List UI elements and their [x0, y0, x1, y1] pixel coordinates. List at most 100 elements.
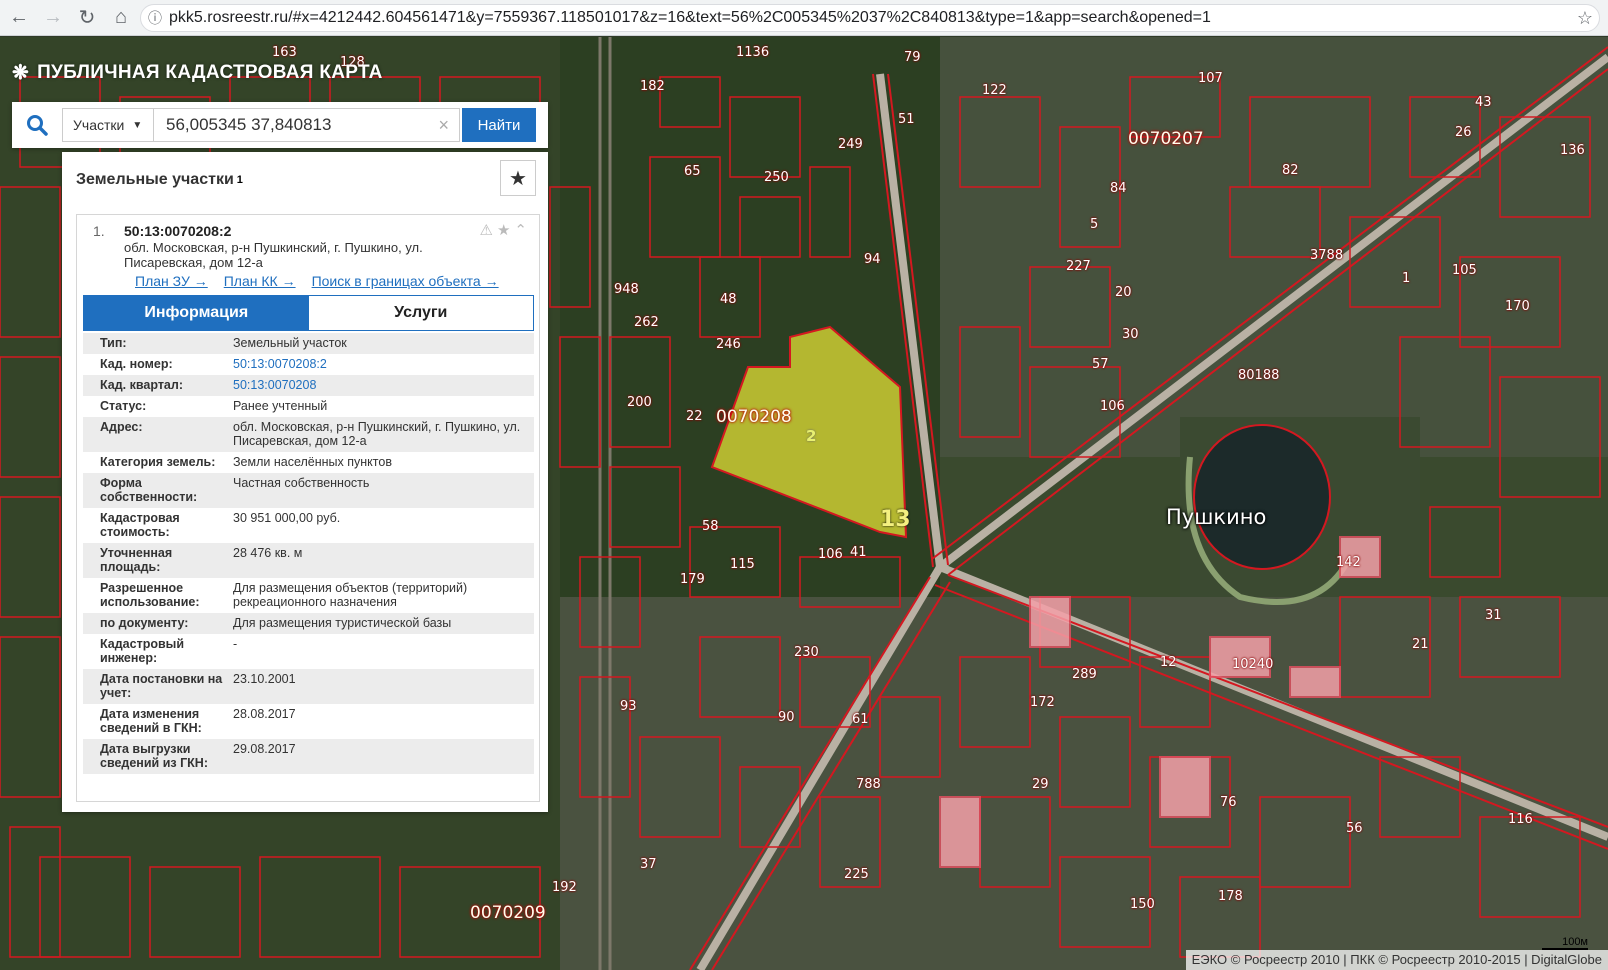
info-row-key: Кад. номер:: [100, 357, 173, 371]
house-number: 105: [1452, 263, 1477, 278]
info-icon[interactable]: ⓘ: [141, 8, 169, 28]
house-number: 94: [864, 252, 881, 267]
house-number: 948: [614, 282, 639, 297]
tab-information[interactable]: Информация: [84, 296, 309, 330]
info-row-value: Частная собственность: [233, 476, 370, 490]
plan-kk-link[interactable]: План КК →: [224, 273, 296, 289]
search-icon[interactable]: [12, 102, 62, 148]
house-number: 41: [850, 545, 867, 560]
info-table: Тип: Земельный участок Кад. номер: 50:13:00…: [83, 333, 534, 774]
house-number: 82: [1282, 163, 1299, 178]
card-tools: ⚠★⌃: [480, 221, 531, 239]
results-panel: Земельные участки 1 ★ 1. 50:13:0070208:2…: [62, 152, 548, 812]
info-row-value: обл. Московская, р-н Пушкинский, г. Пушк…: [233, 420, 521, 448]
city-label: Пушкино: [1166, 505, 1267, 529]
info-row: Дата постановки на учет: 23.10.2001: [83, 669, 534, 704]
house-number: 93: [620, 699, 637, 714]
collapse-chevron-icon[interactable]: ⌃: [514, 222, 531, 239]
info-row-key: Тип:: [100, 336, 127, 350]
house-number: 76: [1220, 795, 1237, 810]
info-row-key: Кад. квартал:: [100, 378, 183, 392]
find-button[interactable]: Найти: [462, 108, 536, 142]
app-title: ПУБЛИЧНАЯ КАДАСТРОВАЯ КАРТА: [37, 61, 383, 83]
house-number: 31: [1485, 608, 1502, 623]
house-number: 57: [1092, 357, 1109, 372]
info-row-key: Категория земель:: [100, 455, 216, 469]
info-row-value: 29.08.2017: [233, 742, 296, 756]
house-number: 84: [1110, 181, 1127, 196]
result-index: 1.: [93, 223, 105, 239]
house-number: 58: [702, 519, 719, 534]
rosreestr-logo-icon: ❋: [12, 62, 30, 84]
house-number: 51: [898, 112, 915, 127]
search-in-bounds-link[interactable]: Поиск в границах объекта →: [312, 273, 499, 289]
house-number: 230: [794, 645, 819, 660]
info-row-value: Для размещения туристической базы: [233, 616, 452, 630]
house-number: 21: [1412, 637, 1429, 652]
house-number: 115: [730, 557, 755, 572]
info-row: Тип: Земельный участок: [83, 333, 534, 354]
info-row-value: Земельный участок: [233, 336, 347, 350]
info-row: Адрес: обл. Московская, р-н Пушкинский, г…: [83, 417, 534, 452]
star-icon[interactable]: ★: [497, 222, 514, 239]
info-row-key: Статус:: [100, 399, 147, 413]
result-tabs: Информация Услуги: [83, 295, 534, 331]
info-row-key: Кадастровая стоимость:: [100, 511, 180, 539]
forward-icon[interactable]: →: [38, 3, 68, 33]
back-icon[interactable]: ←: [4, 3, 34, 33]
house-number: 227: [1066, 259, 1091, 274]
info-row-key: Дата постановки на учет:: [100, 672, 223, 700]
warning-icon[interactable]: ⚠: [480, 222, 497, 239]
info-row-value: Земли населённых пунктов: [233, 455, 392, 469]
house-number: 5: [1090, 217, 1099, 232]
results-count: 1: [236, 174, 243, 186]
info-row: Кадастровый инженер: -: [83, 634, 534, 669]
info-row-value: 28.08.2017: [233, 707, 296, 721]
search-input[interactable]: 56,005345 37,840813 ×: [154, 108, 460, 142]
clear-search-icon[interactable]: ×: [438, 115, 449, 136]
road-label: 10240: [1232, 657, 1274, 672]
info-row-key: по документу:: [100, 616, 189, 630]
house-number: 249: [838, 137, 863, 152]
address-bar[interactable]: ⓘ pkk5.rosreestr.ru/#x=4212442.604561471…: [140, 4, 1600, 32]
house-number: 1136: [736, 45, 770, 60]
house-number: 30: [1122, 327, 1139, 342]
reload-icon[interactable]: ↻: [72, 3, 102, 33]
info-row: Статус: Ранее учтенный: [83, 396, 534, 417]
home-icon[interactable]: ⌂: [106, 3, 136, 33]
house-number: 788: [856, 777, 881, 792]
house-number: 107: [1198, 71, 1223, 86]
info-row: Кадастровая стоимость: 30 951 000,00 руб.: [83, 508, 534, 543]
house-number: 1: [1402, 271, 1411, 286]
info-row-key: Разрешенное использование:: [100, 581, 200, 609]
favorite-star-icon[interactable]: ★: [500, 160, 536, 196]
info-row-value-link[interactable]: 50:13:0070208: [233, 378, 534, 392]
info-row-value: -: [233, 637, 238, 651]
info-row-value-link[interactable]: 50:13:0070208:2: [233, 357, 534, 371]
result-links: План ЗУ → План КК → Поиск в границах объ…: [135, 273, 499, 289]
house-number: 289: [1072, 667, 1097, 682]
road-label: 80188: [1238, 368, 1280, 383]
info-row: Форма собственности: Частная собственност…: [83, 473, 534, 508]
url-text[interactable]: pkk5.rosreestr.ru/#x=4212442.604561471&y…: [169, 9, 1571, 27]
search-query-text: 56,005345 37,840813: [166, 115, 332, 134]
house-number: 170: [1505, 299, 1530, 314]
tab-services[interactable]: Услуги: [308, 296, 533, 330]
info-row-value: 28 476 кв. м: [233, 546, 303, 560]
block-label: 0070209: [470, 903, 546, 923]
plan-zu-link[interactable]: План ЗУ →: [135, 273, 208, 289]
house-number: 178: [1218, 889, 1243, 904]
house-number: 142: [1336, 555, 1361, 570]
house-number: 172: [1030, 695, 1055, 710]
house-number: 20: [1115, 285, 1132, 300]
search-type-select[interactable]: Участки ▼: [62, 108, 154, 142]
bookmark-star-icon[interactable]: ☆: [1571, 8, 1599, 29]
info-row: Разрешенное использование: Для размещения…: [83, 578, 534, 613]
house-number: 29: [1032, 777, 1049, 792]
browser-toolbar: ← → ↻ ⌂ ⓘ pkk5.rosreestr.ru/#x=4212442.6…: [0, 0, 1608, 36]
house-number: 122: [982, 83, 1007, 98]
house-number: 79: [904, 50, 921, 65]
house-number: 116: [1508, 812, 1533, 827]
result-cad-number[interactable]: 50:13:0070208:2: [124, 223, 231, 239]
house-number: 225: [844, 867, 869, 882]
